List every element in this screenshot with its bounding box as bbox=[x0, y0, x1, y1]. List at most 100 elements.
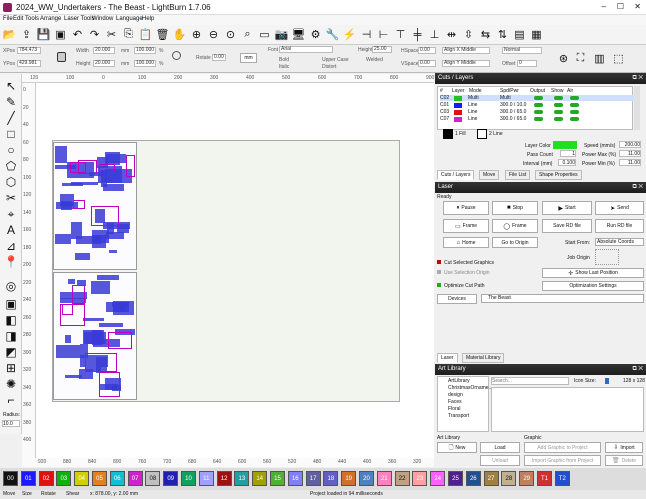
design-shape[interactable] bbox=[108, 249, 118, 253]
design-outline[interactable] bbox=[73, 199, 85, 210]
rectangle-icon[interactable]: □ bbox=[3, 126, 19, 142]
menu-window[interactable]: Window bbox=[92, 16, 113, 22]
undo-icon[interactable]: ↶ bbox=[70, 27, 85, 42]
circular-array-icon[interactable]: ✺ bbox=[3, 376, 19, 392]
palette-color-23[interactable]: 23 bbox=[412, 471, 428, 486]
palette-color-03[interactable]: 03 bbox=[56, 471, 72, 486]
copy-icon[interactable]: ⎘ bbox=[121, 27, 136, 42]
tab-file-list[interactable]: File List bbox=[505, 170, 531, 180]
show-last-position-button[interactable]: ✛ Show Last Position bbox=[542, 268, 644, 278]
output-toggle-icon[interactable] bbox=[534, 117, 543, 121]
palette-color-18[interactable]: 18 bbox=[323, 471, 339, 486]
palette-color-00[interactable]: 00 bbox=[3, 471, 18, 486]
palette-color-24[interactable]: 24 bbox=[430, 471, 446, 486]
boolean-union-icon[interactable]: ▣ bbox=[3, 296, 19, 312]
line-icon[interactable]: ╱ bbox=[3, 110, 19, 126]
show-toggle-icon[interactable] bbox=[554, 117, 563, 121]
palette-color-13[interactable]: 13 bbox=[234, 471, 250, 486]
air-toggle-icon[interactable] bbox=[570, 110, 579, 114]
job-origin-selector[interactable] bbox=[595, 249, 619, 265]
air-toggle-icon[interactable] bbox=[570, 103, 579, 107]
tab-material-library[interactable]: Material Library bbox=[462, 353, 505, 363]
hexagon-icon[interactable]: ⬡ bbox=[3, 174, 19, 190]
edit-nodes-icon[interactable]: ✎ bbox=[3, 94, 19, 110]
layer-color-swatch[interactable] bbox=[553, 141, 577, 149]
design-shape[interactable] bbox=[60, 200, 73, 211]
palette-color-04[interactable]: 04 bbox=[74, 471, 90, 486]
palette-color-20[interactable]: 20 bbox=[359, 471, 374, 486]
design-shape[interactable] bbox=[56, 345, 80, 359]
corner-icon[interactable]: ⌐ bbox=[3, 392, 19, 408]
show-toggle-icon[interactable] bbox=[554, 110, 563, 114]
save-as-icon[interactable]: ▣ bbox=[53, 27, 68, 42]
offset-field[interactable]: 0 bbox=[517, 60, 537, 67]
save-rd-button[interactable]: Save RD file bbox=[542, 219, 592, 233]
bold-checkbox[interactable]: Bold bbox=[279, 57, 289, 63]
start-button[interactable]: ▶ Start bbox=[542, 201, 592, 215]
font-height-field[interactable]: 25.00 bbox=[372, 46, 392, 53]
ypos-field[interactable]: 429.981 bbox=[17, 60, 41, 67]
power-min-field[interactable]: 11.00 bbox=[619, 159, 641, 166]
design-outline[interactable] bbox=[71, 284, 85, 304]
rotary-icon[interactable]: ⊛ bbox=[556, 51, 571, 66]
scissors-icon[interactable]: ✂ bbox=[3, 190, 19, 206]
design-outline[interactable] bbox=[107, 332, 132, 350]
design-shape[interactable] bbox=[102, 183, 124, 191]
design-tile[interactable] bbox=[53, 142, 137, 270]
text-mode-select[interactable]: Normal bbox=[502, 47, 542, 54]
delete-icon[interactable]: 🗑 bbox=[155, 27, 170, 42]
tools-icon[interactable]: 🔧 bbox=[325, 27, 340, 42]
offset-icon[interactable]: ◎ bbox=[3, 278, 19, 294]
design-shape[interactable] bbox=[71, 181, 99, 185]
palette-color-06[interactable]: 06 bbox=[109, 471, 125, 486]
design-outline[interactable] bbox=[69, 162, 87, 174]
interval-field[interactable]: 0.100 bbox=[558, 159, 576, 166]
show-toggle-icon[interactable] bbox=[554, 96, 563, 100]
array-icon[interactable]: ⊞ bbox=[3, 360, 19, 376]
list-item[interactable]: Transport bbox=[448, 413, 469, 419]
design-outline[interactable] bbox=[91, 205, 120, 227]
design-outline[interactable] bbox=[126, 154, 136, 177]
boolean-intersect-icon[interactable]: ◨ bbox=[3, 328, 19, 344]
palette-color-22[interactable]: 22 bbox=[394, 471, 410, 486]
align-bottom-icon[interactable]: ⊥ bbox=[427, 27, 442, 42]
dock-icon[interactable]: ▤ bbox=[512, 27, 527, 42]
device-select[interactable]: The Beast bbox=[481, 294, 644, 303]
cut-selected-check[interactable] bbox=[437, 260, 441, 264]
home-button[interactable]: ⌂ Home bbox=[443, 237, 489, 248]
fit-view-icon[interactable]: ⛶ bbox=[573, 51, 588, 66]
ellipse-icon[interactable]: ○ bbox=[3, 142, 19, 158]
xpos-field[interactable]: 784.473 bbox=[17, 47, 41, 54]
import-button[interactable]: ⇩ Import bbox=[605, 442, 643, 453]
layer-table-scrollbar[interactable] bbox=[634, 86, 640, 130]
design-shape[interactable] bbox=[83, 318, 105, 322]
frame-circle-button[interactable]: ◯ Frame bbox=[492, 219, 538, 233]
frame-button[interactable]: ▭ Frame bbox=[443, 219, 489, 233]
design-outline[interactable] bbox=[60, 304, 86, 327]
palette-color-09[interactable]: 09 bbox=[163, 471, 179, 486]
scale-height-field[interactable]: 100.000 bbox=[134, 60, 156, 67]
palette-color-26[interactable]: 26 bbox=[465, 471, 481, 486]
devices-button[interactable]: Devices bbox=[437, 294, 477, 304]
distort-checkbox[interactable]: Distort bbox=[322, 64, 336, 70]
menu-arrange[interactable]: Arrange bbox=[40, 16, 61, 22]
design-shape[interactable] bbox=[70, 222, 83, 239]
units-button[interactable]: mm bbox=[240, 53, 257, 63]
align-middle-icon[interactable]: ╪ bbox=[410, 27, 425, 42]
tab-cuts-layers[interactable]: Cuts / Layers bbox=[437, 170, 475, 180]
palette-color-14[interactable]: 14 bbox=[252, 471, 268, 486]
load-library-button[interactable]: Load bbox=[480, 442, 520, 453]
air-toggle-icon[interactable] bbox=[570, 117, 579, 121]
add-graphic-button[interactable]: Add Graphic to Project bbox=[524, 442, 601, 453]
air-toggle-icon[interactable] bbox=[570, 96, 579, 100]
status-size[interactable]: Size bbox=[22, 491, 32, 497]
design-outline[interactable] bbox=[85, 353, 117, 373]
rotate-field[interactable]: 0.00 bbox=[212, 54, 226, 61]
pan-icon[interactable]: ✋ bbox=[172, 27, 187, 42]
close-button[interactable]: ✕ bbox=[634, 2, 641, 11]
pin-icon[interactable]: 📍 bbox=[3, 254, 19, 270]
start-from-select[interactable]: Absolute Coords bbox=[595, 238, 644, 246]
align-left-icon[interactable]: ⊣ bbox=[359, 27, 374, 42]
redo-icon[interactable]: ↷ bbox=[87, 27, 102, 42]
palette-color-12[interactable]: 12 bbox=[216, 471, 232, 486]
